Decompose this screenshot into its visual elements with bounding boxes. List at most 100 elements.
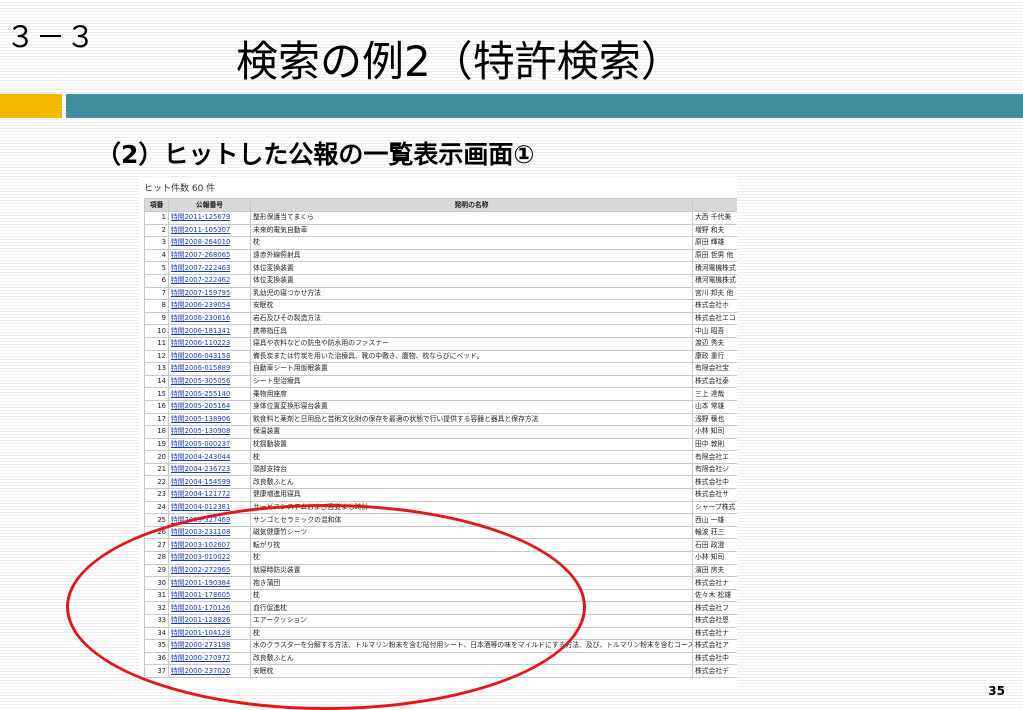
publication-link[interactable]: 特開2006-239054 <box>171 301 230 309</box>
result-row: 20 特開2004-243044 枕有限会社エ <box>144 450 737 464</box>
publication-link[interactable]: 特開2006-043158 <box>171 352 230 360</box>
row-applicant: 株式会社中 <box>692 475 737 490</box>
publication-link[interactable]: 特開2006-181341 <box>171 327 230 335</box>
row-applicant: 輪波 荘三 <box>692 525 737 540</box>
row-pub-cell: 特開2011-125679 <box>168 211 251 225</box>
result-row: 5 特開2007-222463 体位変換装置 積河電機株式 <box>144 261 737 275</box>
row-title: 体位変換装置 <box>250 261 693 275</box>
header-pub-no: 公報番号 <box>168 198 251 212</box>
row-pub-cell: 特開2006-043158 <box>168 349 251 364</box>
publication-link[interactable]: 特開2004-012381 <box>171 503 230 511</box>
row-applicant: 株式会社ナ <box>692 626 737 641</box>
row-title: 健康増進用寝具 <box>250 488 693 502</box>
publication-link[interactable]: 特開2005-138906 <box>171 415 230 423</box>
row-applicant: 積河電機株式 <box>692 261 737 275</box>
row-applicant: 佐々木 松雄 <box>692 588 737 603</box>
row-title: 備長炭または竹炭を用いた治療具、靴の中敷き、腹物、枕ならびにベッド。 <box>250 349 693 364</box>
publication-link[interactable]: 特開2011-125679 <box>171 213 230 221</box>
row-title: 身体位置変換形寝台装置 <box>250 399 693 414</box>
publication-link[interactable]: 特開2005-205164 <box>171 402 230 410</box>
publication-link[interactable]: 特開2004-243044 <box>171 453 230 461</box>
row-pub-cell: 特開2004-243044 <box>168 450 251 464</box>
row-title: 乗物用座席 <box>250 387 693 401</box>
result-row: 19 特開2005-000237 枕揺動装置 田中 敦則 <box>144 437 737 452</box>
row-applicant: 大西 千代美 <box>692 211 737 225</box>
row-index: 11 <box>144 336 169 351</box>
hit-count: ヒット件数 60 件 <box>144 184 216 194</box>
publication-link[interactable]: 特開2006-110223 <box>171 339 230 347</box>
publication-link[interactable]: 特開2005-130908 <box>171 427 230 435</box>
row-title: 枕揺動装置 <box>250 437 693 452</box>
row-index: 16 <box>144 399 169 414</box>
row-title: 自動車シート用仮眠装置 <box>250 362 693 376</box>
publication-link[interactable]: 特開2004-121772 <box>171 490 230 498</box>
result-row: 4 特開2007-268065 遠赤外線照射具 原田 哲男 他 <box>144 248 737 263</box>
row-index: 23 <box>144 488 169 502</box>
row-applicant: 宮川 邦夫 他 <box>692 286 737 301</box>
row-applicant: 積河電機株式 <box>692 273 737 288</box>
row-index: 13 <box>144 362 169 376</box>
row-pub-cell: 特開2004-236723 <box>168 462 251 477</box>
row-pub-cell: 特開2006-110223 <box>168 336 251 351</box>
row-pub-cell: 特開2005-000237 <box>168 437 251 452</box>
row-index: 25 <box>144 513 169 527</box>
row-pub-cell: 特開2007-159795 <box>168 286 251 301</box>
publication-link[interactable]: 特開2006-230616 <box>171 314 230 322</box>
row-applicant: 小林 知司 <box>692 551 737 565</box>
publication-link[interactable]: 特開2007-159795 <box>171 289 230 297</box>
row-pub-cell: 特開2007-268065 <box>168 248 251 263</box>
publication-link[interactable]: 特開2006-015889 <box>171 364 230 372</box>
publication-link[interactable]: 特開2007-222463 <box>171 264 230 272</box>
row-pub-cell: 特開2008-264010 <box>168 236 251 250</box>
row-index: 14 <box>144 374 169 389</box>
row-index: 10 <box>144 324 169 338</box>
row-applicant: 浅野 穣也 <box>692 412 737 427</box>
publication-link[interactable]: 特開2011-105307 <box>171 226 230 234</box>
row-index: 3 <box>144 236 169 250</box>
publication-link[interactable]: 特開2005-000237 <box>171 440 230 448</box>
publication-link[interactable]: 特開2007-222462 <box>171 276 230 284</box>
result-row: 13 特開2006-015889 自動車シート用仮眠装置 有限会社宝 <box>144 362 737 376</box>
slide-title: 検索の例2（特許検索） <box>236 37 683 86</box>
row-applicant: シャープ株式 <box>692 500 737 515</box>
section-number: ３－３ <box>6 20 97 54</box>
row-pub-cell: 特開2005-255140 <box>168 387 251 401</box>
row-index: 5 <box>144 261 169 275</box>
result-row: 7 特開2007-159795 乳幼児の寝つかせ方法 宮川 邦夫 他 <box>144 286 737 301</box>
row-index: 17 <box>144 412 169 427</box>
result-row: 15 特開2005-255140 乗物用座席 三上 達哉 <box>144 387 737 401</box>
result-row: 17 特開2005-138906 飲食料と薬剤と日用品と芸術文化財の保存を最適の状態… <box>144 412 737 427</box>
publication-link[interactable]: 特開2005-255140 <box>171 390 230 398</box>
publication-link[interactable]: 特開2007-268065 <box>171 251 230 259</box>
row-pub-cell: 特開2004-121772 <box>168 488 251 502</box>
row-applicant: 西山 一雄 <box>692 513 737 527</box>
result-row: 1 特開2011-125679 整形保護当てまくら 大西 千代美 <box>144 211 737 225</box>
result-row: 8 特開2006-239054 安眠枕 株式会社ホ <box>144 299 737 313</box>
row-applicant: 株式会社サ <box>692 488 737 502</box>
row-applicant: 原田 哲男 他 <box>692 248 737 263</box>
row-applicant: 康政 重行 <box>692 349 737 364</box>
row-index: 7 <box>144 286 169 301</box>
row-applicant: 石田 政澄 <box>692 538 737 553</box>
row-applicant: 濱田 房夫 <box>692 563 737 578</box>
publication-link[interactable]: 特開2005-305056 <box>171 377 230 385</box>
publication-link[interactable]: 特開2008-264010 <box>171 238 230 246</box>
row-applicant: 渡辺 秀夫 <box>692 336 737 351</box>
row-pub-cell: 特開2011-105307 <box>168 223 251 238</box>
row-title: 改良敷ふとん <box>250 475 693 490</box>
row-title: シート型治療具 <box>250 374 693 389</box>
row-applicant: 株式会社エコ <box>692 311 737 326</box>
row-applicant: 田中 敦則 <box>692 437 737 452</box>
row-title: 岩石及びその製造方法 <box>250 311 693 326</box>
row-index: 24 <box>144 500 169 515</box>
result-row: 16 特開2005-205164 身体位置変換形寝台装置 山本 常雄 <box>144 399 737 414</box>
result-row: 21 特開2004-236723 頭部支持台 有限会社ジ <box>144 462 737 477</box>
row-applicant: 原田 輝雄 <box>692 236 737 250</box>
publication-link[interactable]: 特開2004-236723 <box>171 465 230 473</box>
row-title: 寝具や衣料などの防虫や防水用のファスナー <box>250 336 693 351</box>
row-title: 遠赤外線照射具 <box>250 248 693 263</box>
row-applicant: 有限会社ジ <box>692 462 737 477</box>
publication-link[interactable]: 特開2004-154599 <box>171 478 230 486</box>
result-row: 9 特開2006-230616 岩石及びその製造方法 株式会社エコ <box>144 311 737 326</box>
row-applicant: 有限会社エ <box>692 450 737 464</box>
